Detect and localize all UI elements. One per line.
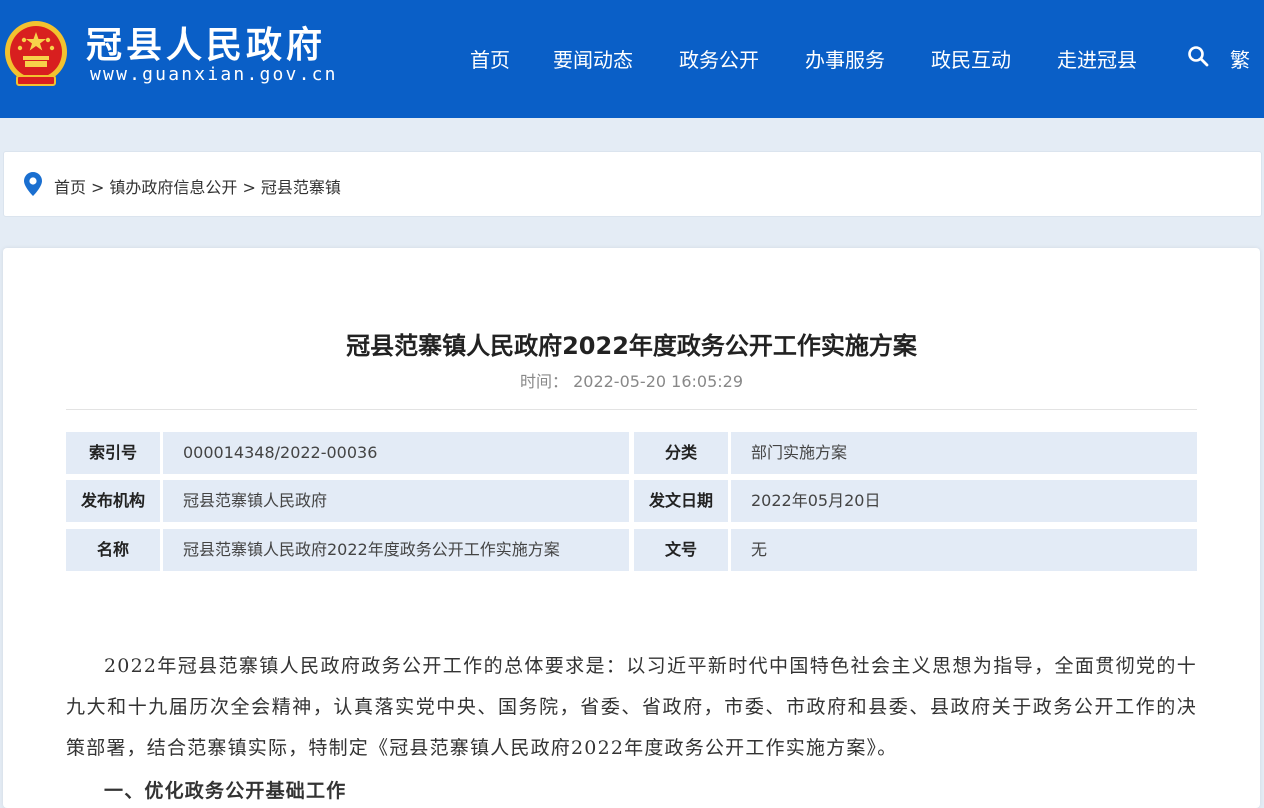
meta-key: 发文日期 [634,480,728,522]
site-url: www.guanxian.gov.cn [90,64,338,85]
breadcrumb: 首页 > 镇办政府信息公开 > 冠县范寨镇 [3,151,1262,217]
article-time: 时间： 2022-05-20 16:05:29 [3,368,1260,392]
search-icon[interactable] [1187,45,1209,67]
breadcrumb-home[interactable]: 首页 [54,178,86,197]
breadcrumb-town-disclosure[interactable]: 镇办政府信息公开 [109,178,237,197]
nav-item-services[interactable]: 办事服务 [805,44,885,73]
national-emblem-icon[interactable] [3,18,69,90]
meta-key: 文号 [634,529,728,571]
article-body: 2022年冠县范寨镇人民政府政务公开工作的总体要求是：以习近平新时代中国特色社会… [66,646,1197,769]
meta-key: 索引号 [66,432,160,474]
nav-item-open-government[interactable]: 政务公开 [679,44,759,73]
article-card: 冠县范寨镇人民政府2022年度政务公开工作实施方案 时间： 2022-05-20… [3,248,1260,808]
meta-value: 2022年05月20日 [731,480,1197,522]
meta-value: 无 [731,529,1197,571]
article-title: 冠县范寨镇人民政府2022年度政务公开工作实施方案 [346,332,917,360]
divider [66,409,1197,410]
breadcrumb-separator: > [242,178,256,197]
traditional-chinese-toggle[interactable]: 繁 [1230,44,1250,73]
section-heading: 一、优化政务公开基础工作 [104,780,347,802]
breadcrumb-current[interactable]: 冠县范寨镇 [261,178,341,197]
time-value: 2022-05-20 16:05:29 [573,372,744,391]
table-row: 索引号 000014348/2022-00036 分类 部门实施方案 [66,432,1197,474]
nav-item-home[interactable]: 首页 [470,44,510,73]
site-title[interactable]: 冠县人民政府 [86,16,326,68]
nav-item-news[interactable]: 要闻动态 [553,44,633,73]
meta-value: 000014348/2022-00036 [163,432,629,474]
table-row: 发布机构 冠县范寨镇人民政府 发文日期 2022年05月20日 [66,480,1197,522]
nav-item-about-county[interactable]: 走进冠县 [1057,44,1137,73]
nav-item-interaction[interactable]: 政民互动 [931,44,1011,73]
table-row: 名称 冠县范寨镇人民政府2022年度政务公开工作实施方案 文号 无 [66,529,1197,571]
meta-value: 冠县范寨镇人民政府 [163,480,629,522]
time-label: 时间： [519,372,568,391]
meta-key: 发布机构 [66,480,160,522]
breadcrumb-separator: > [91,178,105,197]
meta-key: 名称 [66,529,160,571]
meta-value: 冠县范寨镇人民政府2022年度政务公开工作实施方案 [163,529,629,571]
body-paragraph: 2022年冠县范寨镇人民政府政务公开工作的总体要求是：以习近平新时代中国特色社会… [66,655,1197,759]
meta-key: 分类 [634,432,728,474]
meta-value: 部门实施方案 [731,432,1197,474]
location-pin-icon [24,172,42,196]
site-header: 冠县人民政府 www.guanxian.gov.cn 首页 要闻动态 政务公开 … [0,0,1264,118]
